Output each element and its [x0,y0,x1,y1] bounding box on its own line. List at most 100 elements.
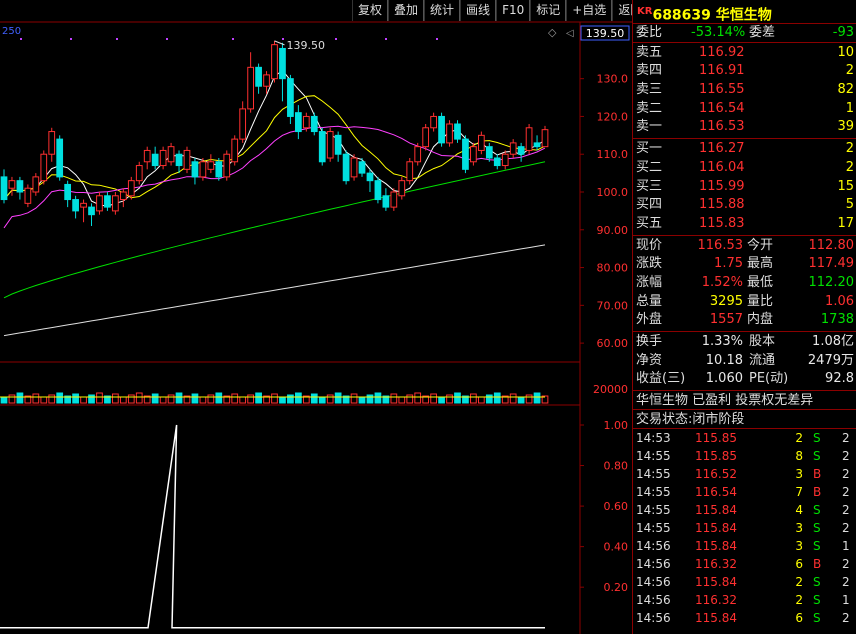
diamond-icon[interactable]: ◇ [548,26,557,39]
candle-body [183,149,191,170]
quote-panel: KR688639 华恒生物 委比 -53.14% 委差 -93 卖五 116.92… [632,0,856,634]
volume-bar [398,396,406,404]
candle-body [151,153,159,167]
order-book-row[interactable]: 卖五 116.92 10 [633,44,856,63]
order-book-row[interactable]: 卖三 116.55 82 [633,81,856,100]
candle-body [326,131,334,159]
price-axis: 130.0 120.0 110.0 100.0 90.00 80.00 70.00 60.00… [580,25,630,594]
order-book-row[interactable]: 卖四 116.91 2 [633,62,856,81]
toolbar-button[interactable]: 标记 [530,0,567,21]
candle-body [350,157,358,178]
price-axis-tick: 120.0 [597,110,629,123]
tick-row: 14:55 115.84 4 S 2 [636,503,850,518]
candle-body [342,153,350,182]
candle-body [8,180,16,189]
volume-bar [446,394,453,404]
stat-row: 外盘 1557 内盘 1738 [636,312,854,328]
collapse-arrow-icon[interactable]: ◁ [566,28,574,39]
toolbar-button[interactable]: 复权 [352,0,389,21]
signal-dot [282,38,284,40]
signal-dot [232,38,234,40]
volume-bar [199,396,207,404]
ma250-line [3,244,546,337]
signal-dot [20,38,22,40]
volume-bar [525,394,533,404]
volume-bar [72,393,79,404]
tick-row: 14:56 115.84 6 S 2 [636,611,850,626]
price-axis-tick: 130.0 [597,73,629,86]
volume-bar [167,394,175,404]
volume-bar [310,393,318,404]
price-axis-tick: 60.00 [597,337,629,350]
candle-body [398,180,406,197]
order-book-row[interactable]: 卖二 116.54 1 [633,100,856,119]
indicator-axis-tick: 0.80 [604,460,629,473]
candle-body [207,161,215,170]
volume-bar [207,394,215,404]
candle-body [64,183,72,201]
volume-bar [438,396,445,404]
volume-bar [509,393,517,404]
volume-bar [430,393,437,404]
tick-row: 14:55 115.84 3 S 2 [636,521,850,536]
price-axis-tick: 80.00 [597,262,629,275]
order-book-row[interactable]: 买四 115.88 5 [633,196,856,215]
toolbar-button[interactable]: F10 [496,0,531,21]
tick-list[interactable]: 14:53 115.85 2 S 2 14:55 115.85 8 S 2 14:55 116.52 3… [633,429,856,627]
candle-body [334,134,342,155]
candle-body [255,66,262,87]
candle-body [88,206,95,216]
tick-row: 14:55 116.54 7 B 2 [636,485,850,500]
indicator-axis-tick: 0.40 [604,541,629,554]
weibi-value: -53.14% [691,25,746,40]
candle-body [175,153,183,167]
toolbar-button[interactable]: 画线 [460,0,497,21]
volume-bar [287,394,294,404]
volume-bar [247,394,254,404]
order-book-row[interactable]: 买一 116.27 2 [633,140,856,159]
candle-body [215,161,223,178]
order-book-row[interactable]: 买三 115.99 15 [633,178,856,197]
fin-row: 换手 1.33% 股本 1.08亿 [636,334,854,349]
volume-bar [16,392,24,404]
price-axis-tick: 90.00 [597,224,629,237]
volume-bar [191,393,199,404]
volume-bar [127,394,135,404]
toolbar-button[interactable]: 叠加 [388,0,425,21]
order-book-row[interactable]: 买二 116.04 2 [633,159,856,178]
volume-bar [485,394,493,404]
indicator-axis-tick: 0.20 [604,581,629,594]
candle-body [493,157,501,167]
order-book-row[interactable]: 卖一 116.53 39 [633,118,856,137]
volume-bar [454,392,461,404]
candle-body [533,142,541,148]
candle-body [525,127,533,151]
candle-body [374,180,382,201]
candle-body [72,199,79,212]
candle-body [470,146,477,163]
tick-row: 14:55 116.52 3 B 2 [636,467,850,482]
stock-chart[interactable]: 139.50 130.0 120.0 110.0 100.0 90.00 80.00 70.… [0,0,632,634]
price-stats: 现价 116.53 今开 112.80 涨跌 1.75 最高 117.49 涨幅 1.52% 最低 1… [633,236,856,332]
candle-body [119,191,127,201]
candle-body [295,112,302,133]
current-price-label: 139.50 [586,27,625,40]
volume-bar [279,396,286,404]
candle-body [446,123,453,144]
order-book-row[interactable]: 买五 115.83 17 [633,215,856,234]
bid-book: 买一 116.27 2 买二 116.04 2 买三 115.99 15 买四 115.88 5 买五 1… [633,139,856,236]
volume-bar [517,396,525,404]
stat-row: 总量 3295 量比 1.06 [636,293,854,309]
toolbar-button[interactable]: 统计 [424,0,461,21]
volume-bar [350,393,358,404]
weibi-row: 委比 -53.14% 委差 -93 [633,24,856,43]
toolbar-button[interactable]: +自选 [566,0,613,21]
candle-body [541,129,549,148]
volume-bar [175,392,183,404]
volume-bar [40,396,48,404]
candle-body [104,195,111,208]
volume-bar [533,392,541,404]
candle-body [287,78,294,117]
volume-bar [374,392,382,404]
signal-dot [335,38,337,40]
